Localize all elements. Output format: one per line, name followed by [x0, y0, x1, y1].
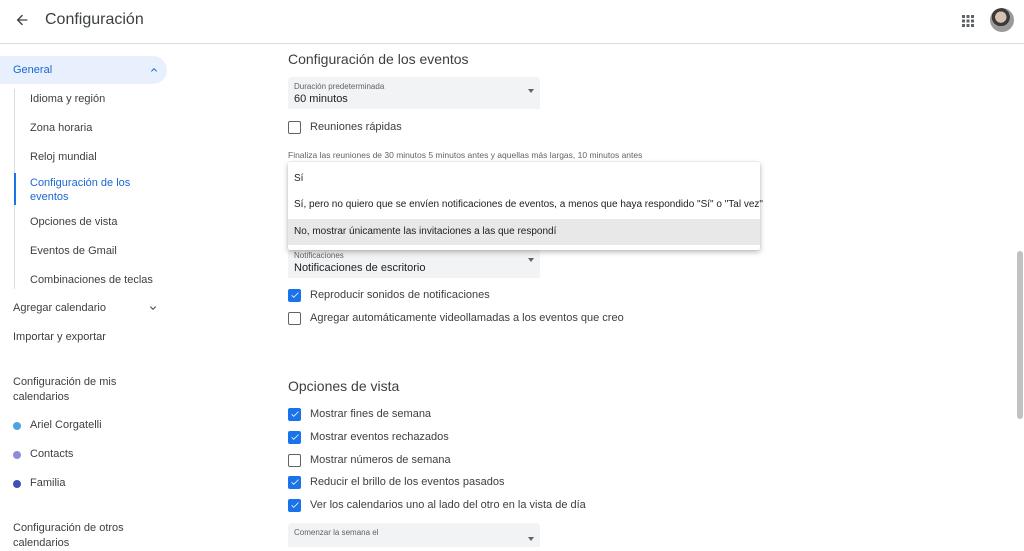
dropdown-arrow-icon — [528, 258, 534, 262]
calendar-item-ariel[interactable]: Ariel Corgatelli — [30, 419, 102, 431]
play-sounds-checkbox[interactable]: Reproducir sonidos de notificaciones — [288, 288, 490, 302]
sidebar-item-time-zone[interactable]: Zona horaria — [30, 122, 92, 134]
checkbox-checked[interactable] — [288, 288, 301, 302]
quick-meetings-checkbox[interactable]: Reuniones rápidas — [288, 120, 402, 134]
calendar-item-familia[interactable]: Familia — [30, 477, 65, 489]
select-label: Duración predeterminada — [294, 82, 385, 91]
checkbox-checked[interactable] — [288, 475, 301, 489]
sidebar-item-add-calendar[interactable]: Agregar calendario — [13, 302, 161, 314]
checkbox-unchecked[interactable] — [288, 453, 301, 467]
dropdown-option-no[interactable]: No, mostrar únicamente las invitaciones … — [288, 219, 760, 245]
select-label: Comenzar la semana el — [294, 528, 379, 537]
side-by-side-checkbox[interactable]: Ver los calendarios uno al lado del otro… — [288, 498, 586, 512]
check-icon — [290, 434, 299, 440]
apps-grid-icon — [962, 15, 974, 27]
checkbox-label: Mostrar eventos rechazados — [310, 431, 449, 443]
checkbox-label: Agregar automáticamente videollamadas a … — [310, 312, 624, 324]
sidebar-item-gmail-events[interactable]: Eventos de Gmail — [30, 245, 117, 257]
checkbox-label: Reproducir sonidos de notificaciones — [310, 289, 490, 301]
checkbox-unchecked[interactable] — [288, 311, 301, 325]
apps-grid-button[interactable] — [958, 11, 978, 31]
show-week-numbers-checkbox[interactable]: Mostrar números de semana — [288, 453, 451, 467]
dropdown-option-yes[interactable]: Sí — [288, 166, 760, 192]
sidebar-item-world-clock[interactable]: Reloj mundial — [30, 151, 97, 163]
calendar-color-dot — [13, 451, 21, 459]
select-label: Notificaciones — [294, 251, 344, 260]
arrow-back-icon — [16, 14, 28, 26]
sidebar-item-label: General — [13, 64, 53, 76]
checkbox-label: Reuniones rápidas — [310, 121, 402, 133]
sidebar-item-keyboard-shortcuts[interactable]: Combinaciones de teclas — [30, 274, 153, 286]
app-header: Configuración — [0, 0, 1024, 44]
sidebar-item-language-region[interactable]: Idioma y región — [30, 93, 105, 105]
show-weekends-checkbox[interactable]: Mostrar fines de semana — [288, 407, 431, 421]
checkbox-checked[interactable] — [288, 430, 301, 444]
checkbox-unchecked[interactable] — [288, 120, 301, 134]
check-icon — [290, 479, 299, 485]
dropdown-arrow-icon — [528, 537, 534, 541]
sidebar: General Idioma y región Zona horaria Rel… — [0, 45, 170, 549]
sidebar-item-view-options[interactable]: Opciones de vista — [30, 216, 117, 228]
sidebar-item-label: Agregar calendario — [13, 302, 106, 314]
scrollbar-thumb[interactable] — [1017, 251, 1023, 419]
notifications-select[interactable]: Notificaciones Notificaciones de escrito… — [288, 246, 540, 278]
checkbox-label: Mostrar números de semana — [310, 454, 451, 466]
calendar-item-contacts[interactable]: Contacts — [30, 448, 73, 460]
select-value: 60 minutos — [294, 93, 348, 105]
check-icon — [290, 292, 299, 298]
view-options-title: Opciones de vista — [288, 378, 400, 394]
active-indicator — [14, 173, 16, 205]
my-calendars-heading: Configuración de mis calendarios — [13, 376, 117, 403]
quick-meetings-hint: Finaliza las reuniones de 30 minutos 5 m… — [288, 150, 643, 160]
chevron-up-icon — [151, 68, 157, 72]
sidebar-item-import-export[interactable]: Importar y exportar — [13, 331, 106, 343]
chevron-down-icon — [150, 306, 156, 310]
sidebar-item-event-settings[interactable]: Configuración de los eventos — [30, 176, 150, 204]
auto-videocalls-checkbox[interactable]: Agregar automáticamente videollamadas a … — [288, 311, 624, 325]
calendar-color-dot — [13, 422, 21, 430]
dropdown-option-yes-no-notifications[interactable]: Sí, pero no quiero que se envíen notific… — [288, 192, 763, 218]
event-settings-title: Configuración de los eventos — [288, 51, 469, 67]
invitations-dropdown-menu: Sí Sí, pero no quiero que se envíen noti… — [288, 162, 763, 250]
check-icon — [290, 502, 299, 508]
show-declined-checkbox[interactable]: Mostrar eventos rechazados — [288, 430, 449, 444]
checkbox-label: Ver los calendarios uno al lado del otro… — [310, 499, 586, 511]
week-start-select[interactable]: Comenzar la semana el — [288, 523, 540, 547]
avatar[interactable] — [990, 8, 1014, 32]
other-calendars-heading: Configuración de otros calendarios — [13, 522, 124, 549]
dropdown-arrow-icon — [528, 89, 534, 93]
back-button[interactable] — [10, 8, 34, 32]
page-title: Configuración — [45, 11, 144, 28]
select-value: Notificaciones de escritorio — [294, 262, 426, 274]
checkbox-checked[interactable] — [288, 498, 301, 512]
default-duration-select[interactable]: Duración predeterminada 60 minutos — [288, 77, 540, 109]
dim-past-events-checkbox[interactable]: Reducir el brillo de los eventos pasados — [288, 475, 504, 489]
check-icon — [290, 411, 299, 417]
sidebar-item-general[interactable]: General — [0, 56, 167, 84]
checkbox-label: Reducir el brillo de los eventos pasados — [310, 476, 505, 488]
calendar-color-dot — [13, 480, 21, 488]
checkbox-label: Mostrar fines de semana — [310, 408, 432, 420]
checkbox-checked[interactable] — [288, 407, 301, 421]
